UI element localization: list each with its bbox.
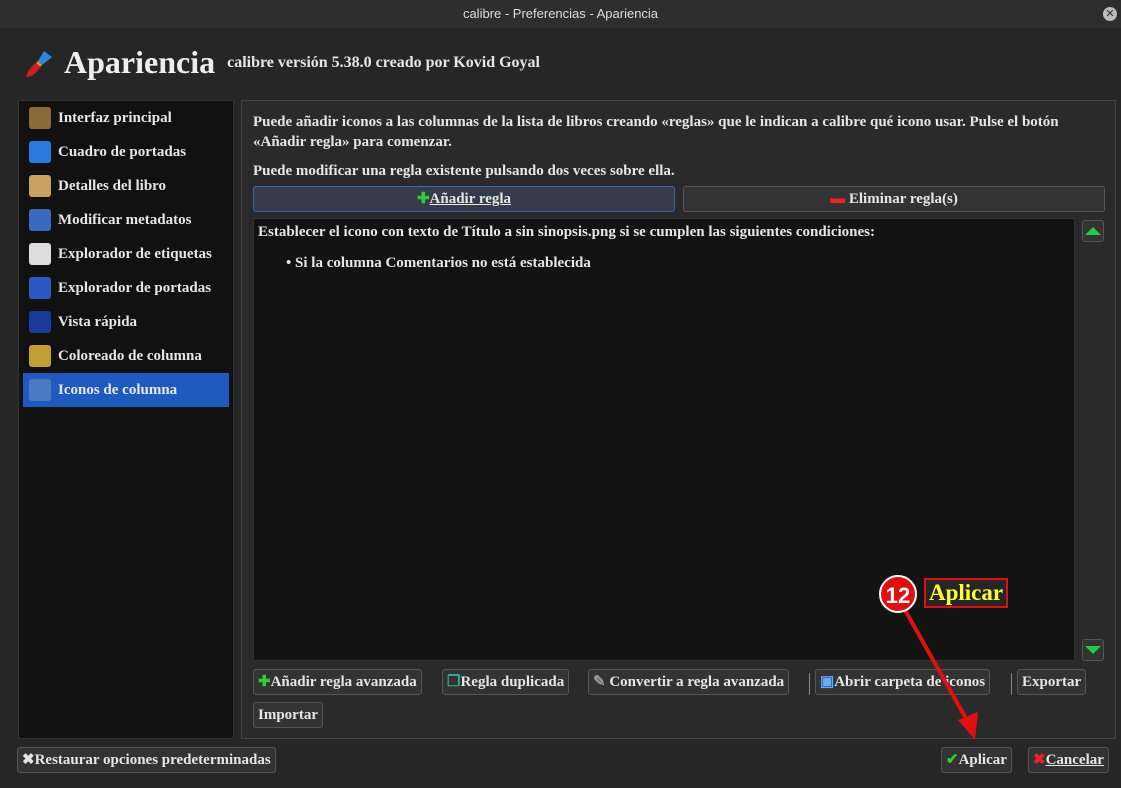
annotation-label: Aplicar xyxy=(924,578,1009,608)
annotation-arrow xyxy=(903,609,978,740)
step-badge: 12 xyxy=(879,575,917,613)
